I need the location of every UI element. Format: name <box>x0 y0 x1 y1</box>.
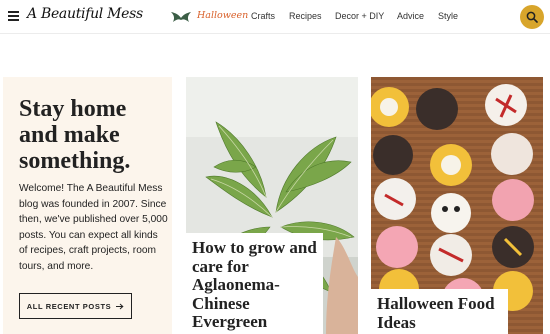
bat-icon <box>171 12 191 22</box>
post-title-halloween-food[interactable]: Halloween Food Ideas <box>371 289 508 334</box>
search-button[interactable] <box>520 5 544 29</box>
post-card-halloween-food[interactable]: Halloween Food Ideas <box>371 77 543 334</box>
hamburger-menu-icon[interactable] <box>8 11 19 21</box>
all-recent-posts-label: ALL RECENT POSTS <box>26 301 112 311</box>
intro-heading: Stay home and make something. <box>19 96 131 174</box>
nav-halloween[interactable]: Halloween <box>197 10 248 21</box>
post-card-aglaonema[interactable]: How to grow and care for Aglaonema-Chine… <box>186 77 358 334</box>
all-recent-posts-button[interactable]: ALL RECENT POSTS <box>19 293 132 319</box>
site-logo[interactable]: A Beautiful Mess <box>27 6 143 22</box>
post-title-aglaonema[interactable]: How to grow and care for Aglaonema-Chine… <box>186 233 323 334</box>
nav-style[interactable]: Style <box>438 11 458 21</box>
nav-recipes[interactable]: Recipes <box>289 11 322 21</box>
site-header: A Beautiful Mess Halloween Crafts Recipe… <box>0 0 550 34</box>
search-icon <box>526 11 538 23</box>
nav-decor-diy[interactable]: Decor + DIY <box>335 11 384 21</box>
nav-crafts[interactable]: Crafts <box>251 11 275 21</box>
intro-body: Welcome! The A Beautiful Mess blog was f… <box>19 183 168 272</box>
arrow-right-icon <box>116 303 124 309</box>
intro-card: Stay home and make something. Welcome! T… <box>3 77 172 334</box>
nav-advice[interactable]: Advice <box>397 11 424 21</box>
